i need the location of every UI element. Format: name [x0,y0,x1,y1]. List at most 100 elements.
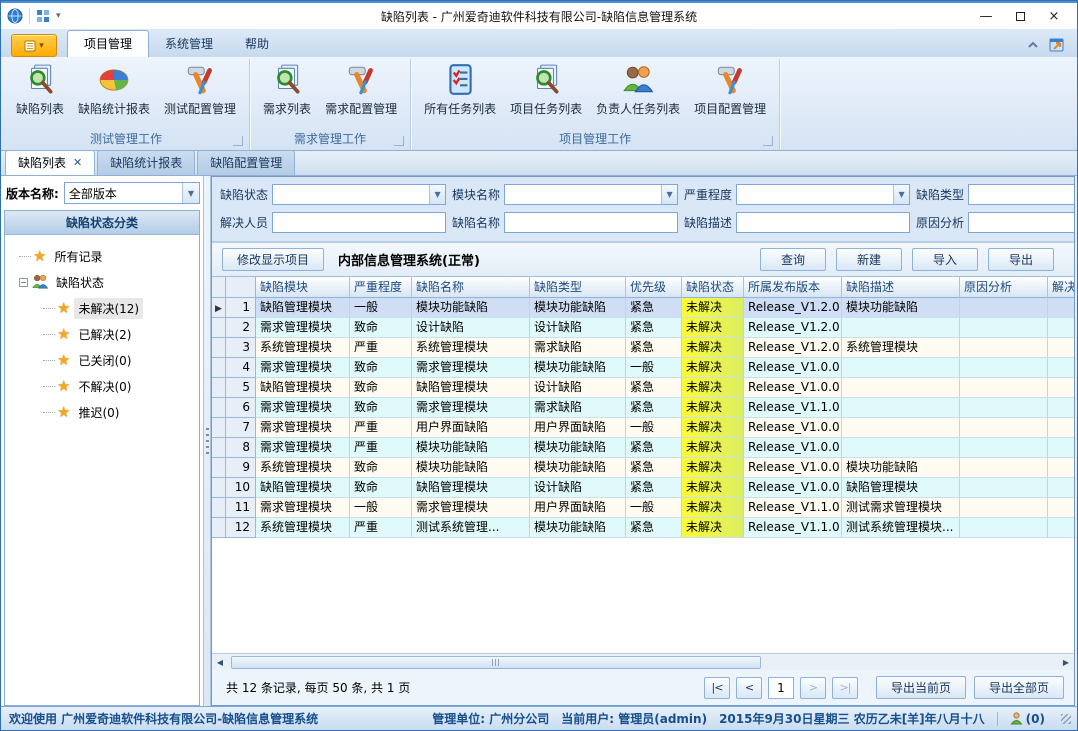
cell-priority[interactable]: 一般 [626,418,682,438]
cell-type[interactable]: 模块功能缺陷 [530,458,626,478]
cell-desc[interactable] [842,438,960,458]
cell-analysis[interactable] [960,458,1048,478]
cell-desc[interactable] [842,318,960,338]
column-header-sel[interactable] [212,277,226,298]
cell-desc[interactable] [842,358,960,378]
dialog-launcher-icon[interactable] [763,136,773,146]
cell-severity[interactable]: 致命 [350,378,412,398]
cell-release[interactable]: Release_V1.2.0 [744,318,842,338]
qat-dropdown-icon[interactable]: ▾ [56,11,61,21]
row-selector-cell[interactable] [212,358,226,378]
row-selector-cell[interactable] [212,478,226,498]
table-row[interactable]: 6需求管理模块致命需求管理模块需求缺陷紧急未解决Release_V1.1.0 [212,398,1074,418]
cell-method[interactable] [1048,458,1074,478]
row-number-cell[interactable]: 8 [226,438,256,458]
cell-method[interactable] [1048,318,1074,338]
cell-priority[interactable]: 紧急 [626,378,682,398]
cell-type[interactable]: 模块功能缺陷 [530,438,626,458]
cell-module[interactable]: 需求管理模块 [256,418,350,438]
cell-module[interactable]: 系统管理模块 [256,458,350,478]
row-number-cell[interactable]: 7 [226,418,256,438]
cell-analysis[interactable] [960,478,1048,498]
cell-analysis[interactable] [960,398,1048,418]
tree-expander-icon[interactable]: − [19,278,28,287]
cell-priority[interactable]: 紧急 [626,318,682,338]
cell-priority[interactable]: 紧急 [626,458,682,478]
column-header-analysis[interactable]: 原因分析 [960,277,1048,298]
cell-analysis[interactable] [960,498,1048,518]
resize-grip[interactable] [1061,714,1071,724]
column-header-desc[interactable]: 缺陷描述 [842,277,960,298]
cell-severity[interactable]: 严重 [350,338,412,358]
cell-method[interactable] [1048,518,1074,538]
row-number-cell[interactable]: 12 [226,518,256,538]
cell-status[interactable]: 未解决 [682,478,744,498]
cell-type[interactable]: 模块功能缺陷 [530,298,626,318]
next-page-button[interactable]: > [800,677,826,699]
tree-item-5[interactable]: ★已关闭(0) [9,347,195,373]
cell-analysis[interactable] [960,378,1048,398]
cell-priority[interactable]: 紧急 [626,338,682,358]
cell-status[interactable]: 未解决 [682,458,744,478]
cell-method[interactable] [1048,338,1074,358]
cell-analysis[interactable] [960,338,1048,358]
cell-module[interactable]: 需求管理模块 [256,358,350,378]
horizontal-scrollbar[interactable]: ◀ ▶ [212,653,1074,670]
cell-release[interactable]: Release_V1.0.0 [744,358,842,378]
table-row[interactable]: 3系统管理模块严重系统管理模块需求缺陷紧急未解决Release_V1.2.0系统… [212,338,1074,358]
cell-severity[interactable]: 致命 [350,458,412,478]
cell-name[interactable]: 需求管理模块 [412,498,530,518]
collapse-ribbon-icon[interactable] [1027,41,1039,49]
export-current-page-button[interactable]: 导出当前页 [876,676,966,699]
table-row[interactable]: 12系统管理模块严重测试系统管理...模块功能缺陷紧急未解决Release_V1… [212,518,1074,538]
cell-desc[interactable] [842,378,960,398]
cell-method[interactable] [1048,498,1074,518]
close-tab-icon[interactable]: ✕ [73,156,82,169]
filter-input[interactable] [737,185,893,204]
ribbon-button-3-1[interactable]: 所有任务列表 [417,59,503,119]
minimize-button[interactable]: — [969,4,1003,28]
row-selector-cell[interactable] [212,398,226,418]
tree-item-6[interactable]: ★不解决(0) [9,373,195,399]
cell-type[interactable]: 设计缺陷 [530,478,626,498]
column-header-priority[interactable]: 优先级 [626,277,682,298]
row-selector-cell[interactable] [212,378,226,398]
cell-status[interactable]: 未解决 [682,318,744,338]
cell-status[interactable]: 未解决 [682,358,744,378]
column-header-severity[interactable]: 严重程度 [350,277,412,298]
cell-release[interactable]: Release_V1.0.0 [744,478,842,498]
cell-desc[interactable]: 模块功能缺陷 [842,298,960,318]
column-header-release[interactable]: 所属发布版本 [744,277,842,298]
cell-status[interactable]: 未解决 [682,418,744,438]
cell-module[interactable]: 系统管理模块 [256,338,350,358]
cell-release[interactable]: Release_V1.0.0 [744,438,842,458]
column-header-status[interactable]: 缺陷状态 [682,277,744,298]
cell-desc[interactable]: 缺陷管理模块 [842,478,960,498]
cell-release[interactable]: Release_V1.2.0 [744,298,842,318]
cell-desc[interactable]: 系统管理模块 [842,338,960,358]
cell-desc[interactable]: 测试需求管理模块 [842,498,960,518]
cell-priority[interactable]: 紧急 [626,518,682,538]
row-selector-cell[interactable] [212,438,226,458]
cell-severity[interactable]: 致命 [350,398,412,418]
column-header-num[interactable] [226,277,256,298]
cell-status[interactable]: 未解决 [682,498,744,518]
cell-type[interactable]: 需求缺陷 [530,338,626,358]
row-number-cell[interactable]: 10 [226,478,256,498]
cell-name[interactable]: 测试系统管理... [412,518,530,538]
column-header-module[interactable]: 缺陷模块 [256,277,350,298]
cell-release[interactable]: Release_V1.1.0 [744,398,842,418]
row-selector-cell[interactable] [212,418,226,438]
filter-input[interactable] [505,213,677,232]
row-selector-cell[interactable] [212,498,226,518]
row-selector-cell[interactable] [212,338,226,358]
tree-item-1[interactable]: ★所有记录 [9,243,195,269]
row-number-cell[interactable]: 9 [226,458,256,478]
cell-type[interactable]: 需求缺陷 [530,398,626,418]
row-selector-cell[interactable]: ▶ [212,298,226,318]
filter-input[interactable] [273,213,445,232]
table-row[interactable]: 5缺陷管理模块致命缺陷管理模块设计缺陷紧急未解决Release_V1.0.0 [212,378,1074,398]
cell-name[interactable]: 系统管理模块 [412,338,530,358]
export-all-pages-button[interactable]: 导出全部页 [974,676,1064,699]
last-page-button[interactable]: >| [832,677,858,699]
